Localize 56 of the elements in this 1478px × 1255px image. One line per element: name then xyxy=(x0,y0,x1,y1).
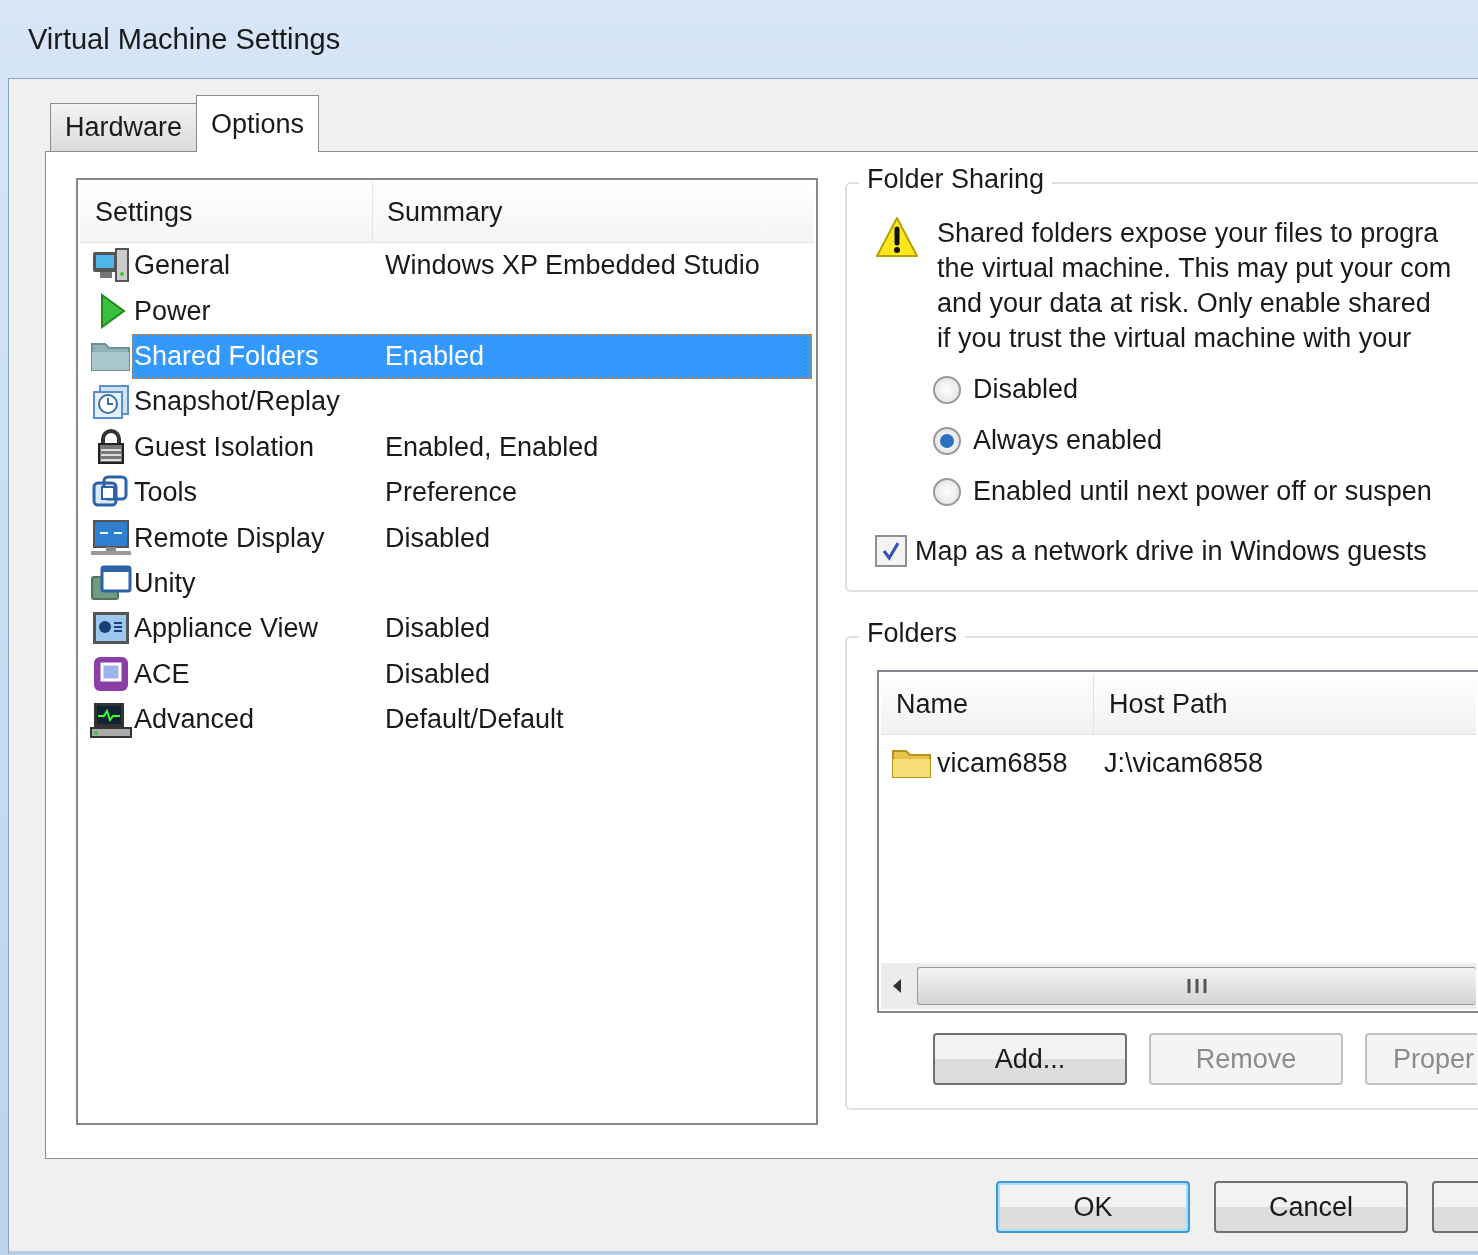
setting-summary: Disabled xyxy=(385,658,491,690)
settings-row[interactable]: Remote Display Disabled xyxy=(132,515,812,561)
tab[interactable]: Hardware xyxy=(50,103,198,151)
tab[interactable]: Options xyxy=(196,95,320,152)
column-header[interactable]: Settings xyxy=(80,182,373,242)
window-title: Virtual Machine Settings xyxy=(28,22,341,56)
horizontal-scrollbar[interactable] xyxy=(881,963,1476,1009)
table-cell: vicam6858 xyxy=(937,747,1068,779)
setting-name: Advanced xyxy=(133,704,256,736)
settings-row[interactable]: Power xyxy=(132,288,812,334)
setting-summary: Default/Default xyxy=(385,704,564,736)
folder-button[interactable]: Add... xyxy=(933,1033,1127,1085)
dialog-button[interactable]: Cancel xyxy=(1214,1181,1408,1233)
radio-button[interactable]: Disabled xyxy=(933,372,1478,407)
grip-icon xyxy=(1186,978,1208,994)
setting-name: General xyxy=(133,250,232,282)
setting-name: Appliance View xyxy=(133,613,320,645)
dialog-button[interactable]: OK xyxy=(996,1181,1190,1233)
setting-name: Power xyxy=(133,295,212,327)
table-cell: J:\vicam6858 xyxy=(1104,747,1264,779)
windows-icon xyxy=(90,565,132,602)
radio-button[interactable]: Always enabled xyxy=(933,423,1478,458)
checkbox[interactable]: Map as a network drive in Windows guests xyxy=(875,535,1478,567)
warning-text: Shared folders expose your files to progra the virtual machine. This may put your com and your data at risk. Only enable shared if you trust the virtual machine with your xyxy=(937,217,1452,355)
setting-name: Unity xyxy=(133,567,197,599)
left-arrow-icon xyxy=(891,978,903,994)
column-header[interactable]: Host Path xyxy=(1094,674,1228,734)
setting-summary: Disabled xyxy=(385,613,491,645)
clock-icon xyxy=(90,383,132,420)
setting-name: Snapshot/Replay xyxy=(133,386,341,418)
setting-summary: Enabled, Enabled xyxy=(385,431,599,463)
settings-row[interactable]: General Windows XP Embedded Studio xyxy=(132,243,812,289)
warning-icon xyxy=(875,216,919,258)
settings-row[interactable]: Snapshot/Replay xyxy=(132,379,812,425)
settings-row[interactable]: ACE Disabled xyxy=(132,651,812,697)
setting-summary: Enabled xyxy=(385,340,485,372)
column-header[interactable]: Summary xyxy=(373,182,814,242)
setting-name: Tools xyxy=(133,477,199,509)
settings-row[interactable]: Guest Isolation Enabled, Enabled xyxy=(132,424,812,470)
setting-summary: Windows XP Embedded Studio xyxy=(385,250,760,282)
setting-name: Remote Display xyxy=(133,522,326,554)
setting-summary: Disabled xyxy=(385,522,491,554)
settings-row[interactable]: Advanced Default/Default xyxy=(132,696,812,743)
column-header[interactable]: Name xyxy=(881,674,1094,734)
settings-row[interactable]: Tools Preference xyxy=(132,469,812,516)
settings-row[interactable]: Appliance View Disabled xyxy=(132,606,812,652)
computer-icon xyxy=(90,247,132,284)
terminal-icon xyxy=(90,701,132,738)
appliance-icon xyxy=(90,610,132,647)
radio-button[interactable]: Enabled until next power off or suspen xyxy=(933,474,1478,509)
settings-row[interactable]: Unity xyxy=(132,560,812,607)
setting-name: ACE xyxy=(133,658,191,690)
setting-summary: Preference xyxy=(385,477,518,509)
setting-name: Shared Folders xyxy=(133,340,320,372)
monitor-icon xyxy=(90,520,132,557)
setting-name: Guest Isolation xyxy=(133,431,316,463)
